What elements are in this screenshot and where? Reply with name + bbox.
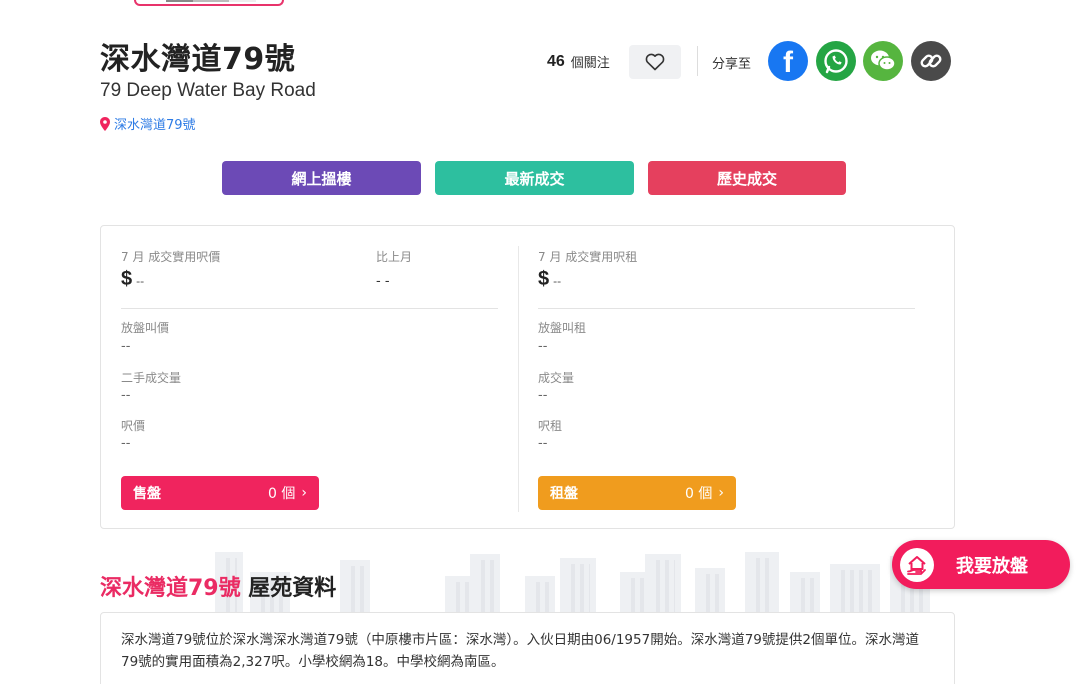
sale-listings-count: 0 個 xyxy=(268,486,296,502)
online-search-button[interactable]: 網上搵樓 xyxy=(222,161,421,195)
heart-icon xyxy=(645,53,665,71)
location-text: 深水灣道79號 xyxy=(114,118,196,133)
rent-psf-label: 呎租 xyxy=(538,419,563,433)
link-icon[interactable] xyxy=(911,41,951,81)
panel-divider xyxy=(518,246,519,512)
share-label: 分享至 xyxy=(712,57,752,72)
sale-price-label: 7 月 成交實用呎價 xyxy=(121,250,221,264)
map-pin-icon xyxy=(100,116,110,131)
ask-rent-label: 放盤叫租 xyxy=(538,321,587,335)
whatsapp-icon[interactable] xyxy=(816,41,856,81)
list-property-button[interactable]: 我要放盤 xyxy=(892,540,1070,589)
page-title: 深水灣道79號 xyxy=(100,42,296,77)
rent-listings-label: 租盤 xyxy=(550,486,578,502)
history-transactions-button[interactable]: 歷史成交 xyxy=(648,161,846,195)
sale-listings-button[interactable]: 售盤 0 個 › xyxy=(121,476,319,510)
ask-price-value: -- xyxy=(121,339,131,354)
mom-value: - - xyxy=(376,274,390,289)
chevron-right-icon: › xyxy=(301,485,307,501)
psf-label: 呎價 xyxy=(121,419,146,433)
ask-price-label: 放盤叫價 xyxy=(121,321,170,335)
page-subtitle: 79 Deep Water Bay Road xyxy=(100,80,316,101)
section-title: 深水灣道79號 屋苑資料 xyxy=(100,576,337,601)
follow-count: 46 個關注 xyxy=(547,52,610,72)
location-link[interactable]: 深水灣道79號 xyxy=(99,114,196,133)
sale-price-value: $ -- xyxy=(121,268,145,290)
follow-label: 個關注 xyxy=(570,56,610,71)
latest-transactions-button[interactable]: 最新成交 xyxy=(435,161,634,195)
estate-description: 深水灣道79號位於深水灣深水灣道79號（中原樓市片區：深水灣）。入伙日期由06/… xyxy=(100,612,955,684)
sale-listings-label: 售盤 xyxy=(133,486,161,502)
right-divider xyxy=(538,308,915,309)
wechat-icon[interactable] xyxy=(863,41,903,81)
follow-number: 46 xyxy=(547,52,565,70)
left-divider xyxy=(121,308,498,309)
mom-label: 比上月 xyxy=(376,250,413,264)
follow-button[interactable] xyxy=(629,45,681,79)
facebook-icon[interactable]: f xyxy=(768,41,808,81)
rent-psf-value: -- xyxy=(538,436,548,451)
gallery-thumbnail[interactable] xyxy=(134,0,284,6)
rent-price-value: $ -- xyxy=(538,268,562,290)
rent-volume-value: -- xyxy=(538,388,548,403)
market-stats-panel: 7 月 成交實用呎價 $ -- 比上月 - - 放盤叫價 -- 二手成交量 -- … xyxy=(100,225,955,529)
ask-rent-value: -- xyxy=(538,339,548,354)
divider xyxy=(697,46,698,76)
rent-price-label: 7 月 成交實用呎租 xyxy=(538,250,638,264)
rent-listings-button[interactable]: 租盤 0 個 › xyxy=(538,476,736,510)
rent-volume-label: 成交量 xyxy=(538,371,575,385)
secondary-volume-value: -- xyxy=(121,388,131,403)
chevron-right-icon: › xyxy=(718,485,724,501)
psf-value: -- xyxy=(121,436,131,451)
list-property-label: 我要放盤 xyxy=(956,555,1028,577)
secondary-volume-label: 二手成交量 xyxy=(121,371,182,385)
house-hand-icon xyxy=(900,547,934,582)
rent-listings-count: 0 個 xyxy=(685,486,713,502)
